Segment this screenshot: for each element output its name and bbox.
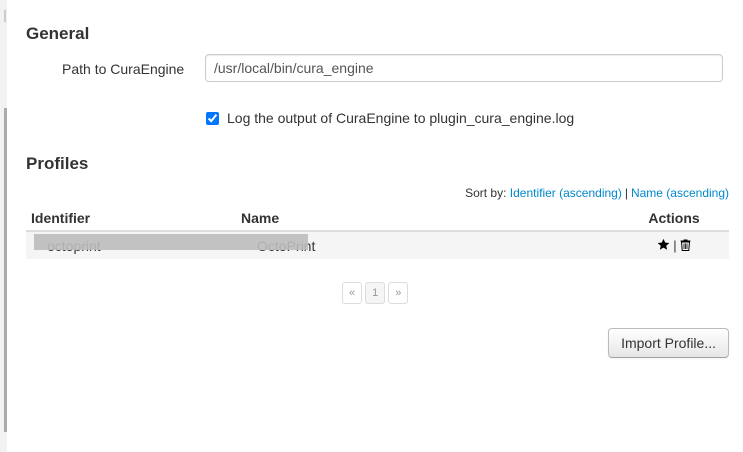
pagination: « 1 » (342, 282, 409, 304)
profiles-table: Identifier Name Actions octoprint OctoPr… (26, 206, 729, 259)
table-header-row: Identifier Name Actions (26, 206, 729, 232)
log-option-row: Log the output of CuraEngine to plugin_c… (206, 110, 574, 126)
import-profile-button[interactable]: Import Profile... (608, 328, 729, 358)
sort-identifier-link[interactable]: Identifier (ascending) (510, 186, 622, 200)
trash-icon[interactable] (680, 238, 691, 254)
scrollbar-top-marker (4, 10, 6, 22)
scrollbar-thumb[interactable] (4, 108, 7, 432)
curaengine-path-input[interactable] (205, 54, 723, 82)
column-identifier[interactable]: Identifier (26, 206, 236, 232)
profiles-heading: Profiles (26, 154, 89, 173)
redaction-bar (34, 234, 308, 250)
left-scrollbar[interactable] (0, 0, 7, 452)
pagination-next[interactable]: » (388, 282, 409, 304)
sort-bar: Sort by: Identifier (ascending) | Name (as… (465, 186, 729, 200)
sort-name-link[interactable]: Name (ascending) (631, 186, 729, 200)
column-name[interactable]: Name (236, 206, 619, 232)
pagination-prev[interactable]: « (342, 282, 363, 304)
column-actions: Actions (619, 206, 729, 232)
log-output-checkbox[interactable] (206, 111, 219, 125)
path-label: Path to CuraEngine (62, 61, 185, 77)
sort-separator: | (624, 186, 628, 200)
pagination-page-1[interactable]: 1 (365, 282, 386, 304)
profile-actions: | (619, 230, 729, 259)
sort-label: Sort by: (465, 186, 507, 200)
star-icon[interactable] (657, 238, 670, 254)
action-separator: | (673, 237, 677, 253)
general-heading: General (26, 24, 90, 43)
log-output-label[interactable]: Log the output of CuraEngine to plugin_c… (227, 110, 574, 126)
